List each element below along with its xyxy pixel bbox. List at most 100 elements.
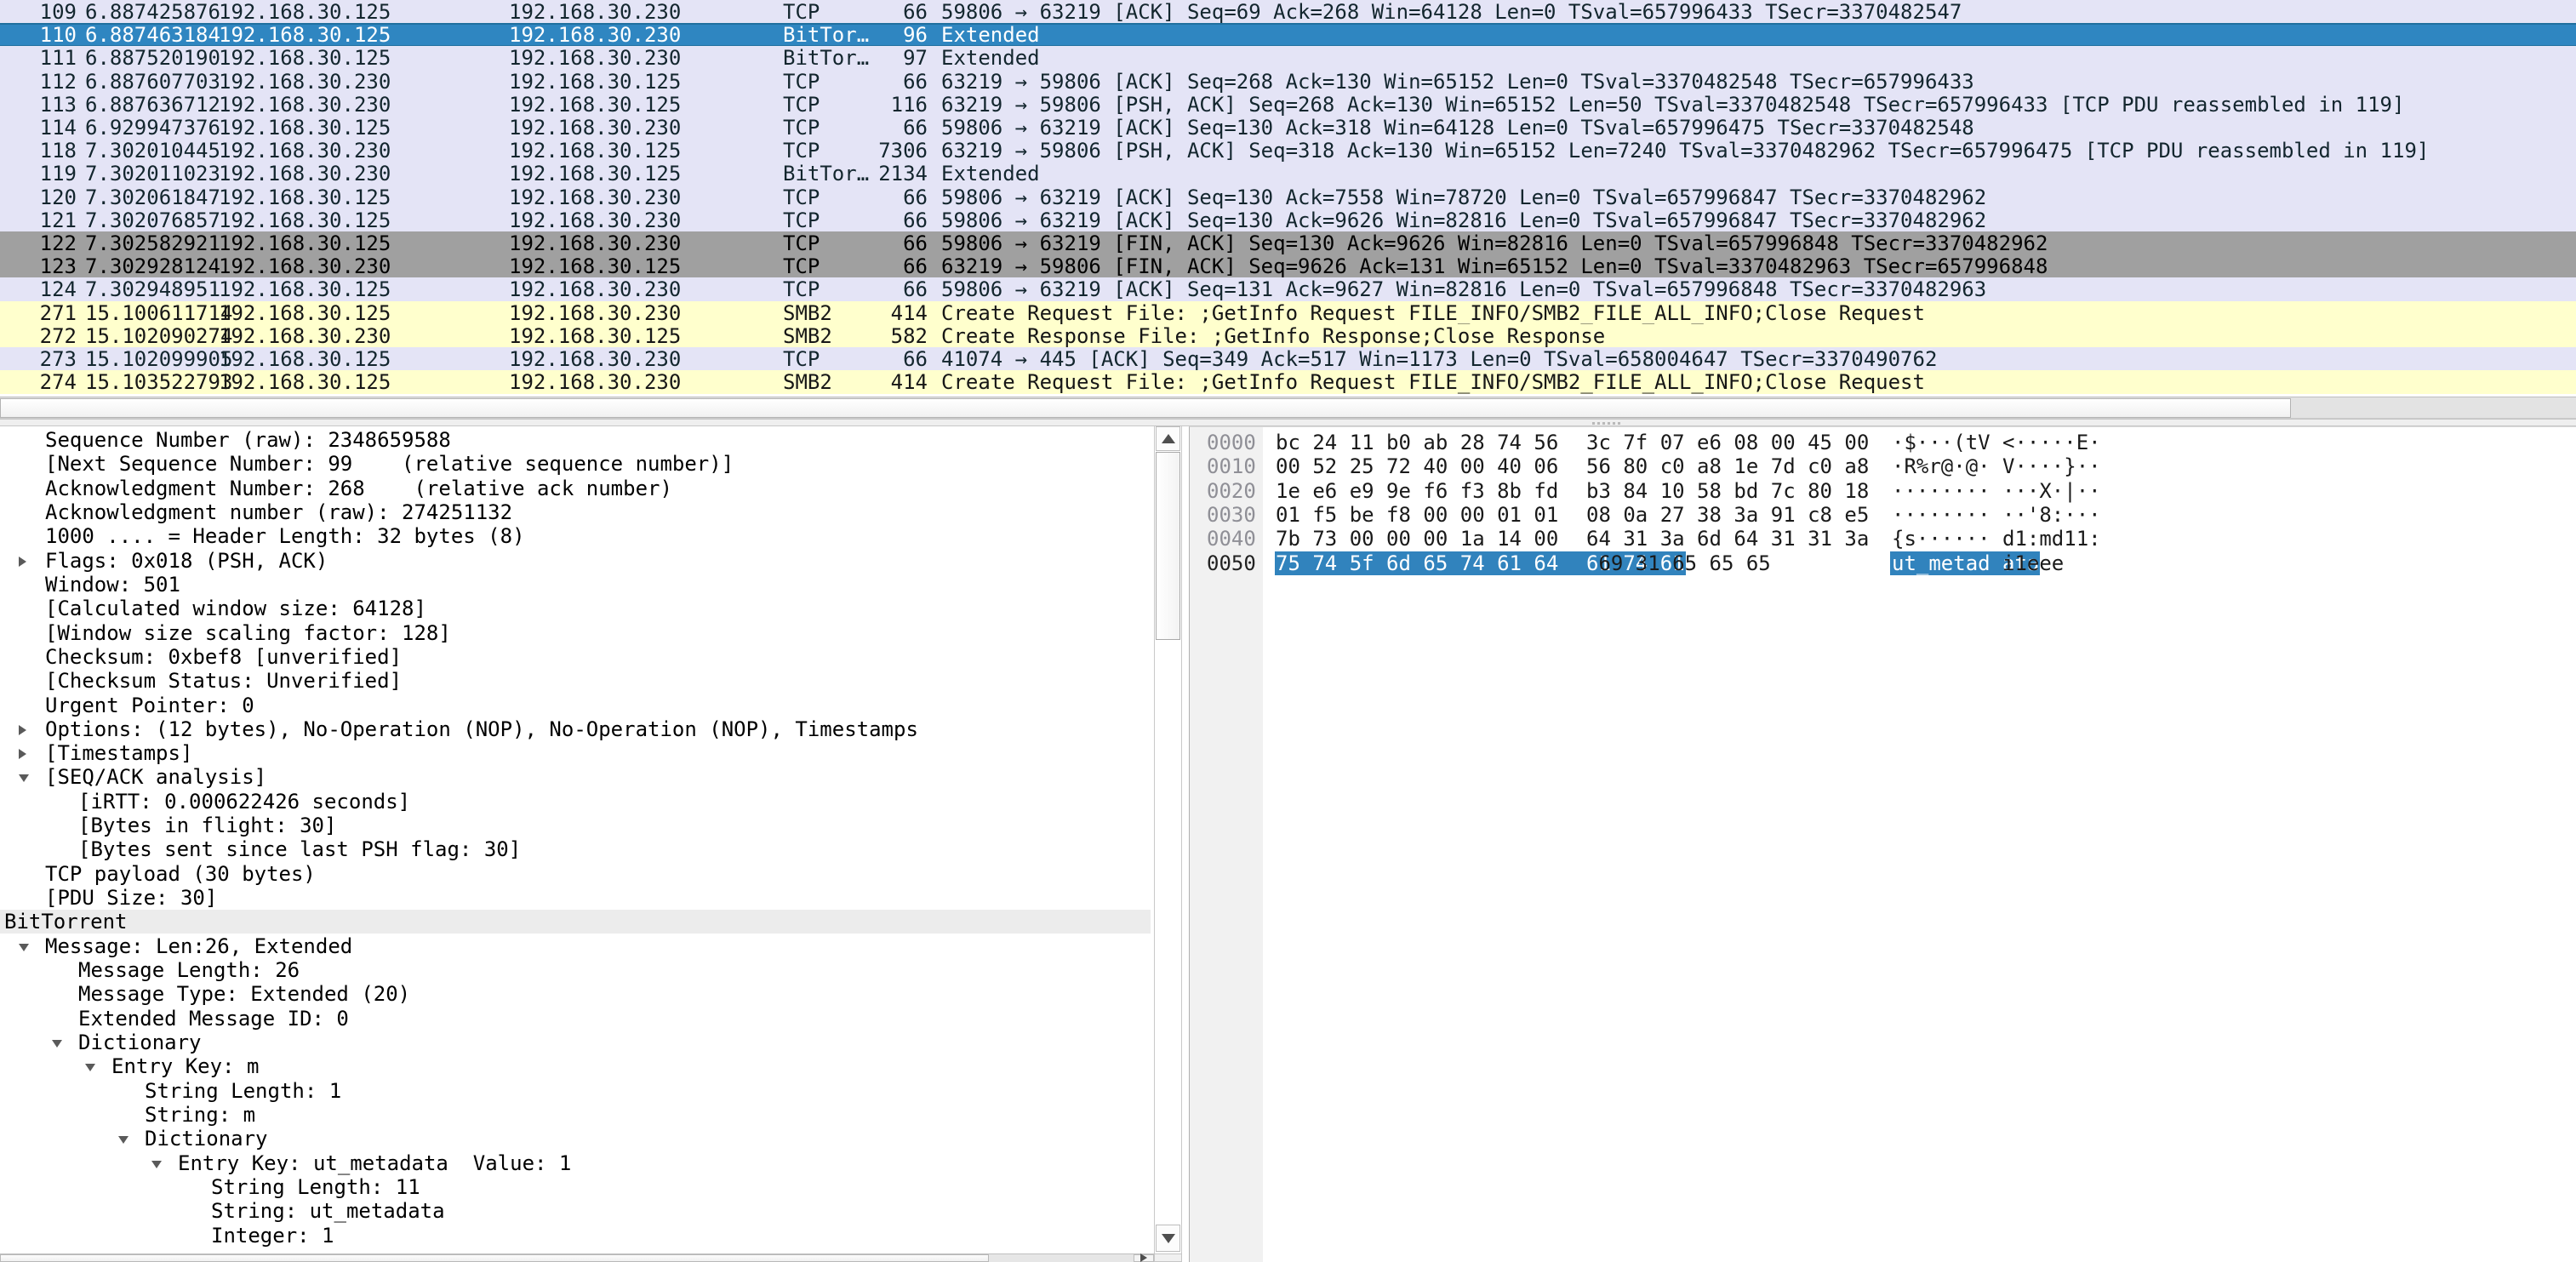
detail-tree-row[interactable]: Urgent Pointer: 0: [0, 694, 1151, 717]
detail-tree-row[interactable]: Options: (12 bytes), No-Operation (NOP),…: [0, 717, 1151, 741]
scroll-up-button[interactable]: [1156, 426, 1180, 451]
packet-list-hscrollbar-thumb[interactable]: [0, 398, 2291, 418]
packet-row[interactable]: 1126.887607703192.168.30.230192.168.30.1…: [0, 70, 2576, 94]
packet-row[interactable]: 1247.302948951192.168.30.125192.168.30.2…: [0, 277, 2576, 301]
detail-tree-row[interactable]: Acknowledgment Number: 268 (relative ack…: [0, 477, 1151, 500]
packet-row[interactable]: 1096.887425876192.168.30.125192.168.30.2…: [0, 0, 2576, 24]
packet-row[interactable]: 27415.103522793192.168.30.125192.168.30.…: [0, 370, 2576, 394]
detail-tree-row[interactable]: [Calculated window size: 64128]: [0, 597, 1151, 620]
detail-tree-row[interactable]: [Bytes sent since last PSH flag: 30]: [0, 837, 1151, 861]
packet-source: 192.168.30.125: [219, 231, 391, 255]
scroll-right-button[interactable]: [1134, 1254, 1154, 1262]
expander-collapsed-icon[interactable]: [19, 749, 26, 759]
hex-bytes-group1: 75 74 5f 6d 65 74 61 64: [1276, 551, 1558, 575]
packet-source: 192.168.30.125: [219, 46, 391, 70]
detail-field-text: Acknowledgment number (raw): 274251132: [45, 500, 512, 524]
hex-row[interactable]: 003001 f5 be f8 00 00 01 0108 0a 27 38 3…: [1190, 503, 2576, 527]
packet-no: 121: [0, 208, 77, 232]
detail-tree-row[interactable]: Entry Key: m: [0, 1054, 1151, 1078]
packet-time: 6.887520190: [85, 46, 220, 70]
expander-collapsed-icon[interactable]: [19, 557, 26, 567]
detail-tree-row[interactable]: Dictionary: [0, 1031, 1151, 1054]
detail-tree-row[interactable]: String Length: 11: [0, 1175, 1151, 1199]
packet-destination: 192.168.30.125: [509, 254, 681, 278]
detail-tree-row[interactable]: Message Type: Extended (20): [0, 982, 1151, 1006]
detail-tree-row[interactable]: Checksum: 0xbef8 [unverified]: [0, 645, 1151, 669]
packet-time: 7.302928124: [85, 254, 220, 278]
expander-collapsed-icon[interactable]: [19, 725, 26, 735]
detail-vscrollbar-thumb[interactable]: [1156, 452, 1180, 640]
detail-tree-row[interactable]: Integer: 1: [0, 1224, 1151, 1248]
expander-expanded-icon[interactable]: [85, 1064, 95, 1071]
detail-tree-row[interactable]: [SEQ/ACK analysis]: [0, 765, 1151, 789]
packet-destination: 192.168.30.230: [509, 301, 681, 325]
pane-splitter[interactable]: [0, 419, 2576, 426]
packet-row[interactable]: 1106.887463184192.168.30.125192.168.30.2…: [0, 23, 2576, 47]
expander-expanded-icon[interactable]: [19, 774, 29, 782]
detail-tree-row[interactable]: 1000 .... = Header Length: 32 bytes (8): [0, 524, 1151, 548]
hex-row[interactable]: 00407b 73 00 00 00 1a 14 0064 31 3a 6d 6…: [1190, 527, 2576, 551]
detail-tree-row[interactable]: Dictionary: [0, 1127, 1151, 1151]
hex-row[interactable]: 005075 74 5f 6d 65 74 61 6461 74 61 69 3…: [1190, 551, 2576, 575]
detail-field-text: Message Length: 26: [78, 958, 300, 982]
packet-list-hscrollbar[interactable]: [0, 397, 2576, 419]
packet-row[interactable]: 1136.887636712192.168.30.230192.168.30.1…: [0, 93, 2576, 117]
detail-tree-row[interactable]: String Length: 1: [0, 1079, 1151, 1103]
detail-tree-row[interactable]: TCP payload (30 bytes): [0, 862, 1151, 886]
packet-time: 6.887425876: [85, 0, 220, 24]
packet-row[interactable]: 1237.302928124192.168.30.230192.168.30.1…: [0, 254, 2576, 278]
detail-tree-row[interactable]: Message Length: 26: [0, 958, 1151, 982]
hex-row[interactable]: 00201e e6 e9 9e f6 f3 8b fdb3 84 10 58 b…: [1190, 479, 2576, 503]
detail-tree-row[interactable]: [iRTT: 0.000622426 seconds]: [0, 790, 1151, 814]
expander-expanded-icon[interactable]: [118, 1136, 129, 1144]
detail-tree-row[interactable]: [Checksum Status: Unverified]: [0, 669, 1151, 693]
detail-tree-row[interactable]: String: ut_metadata: [0, 1199, 1151, 1223]
detail-tree-row[interactable]: Entry Key: ut_metadata Value: 1: [0, 1151, 1151, 1175]
packet-destination: 192.168.30.230: [509, 116, 681, 140]
packet-source: 192.168.30.230: [219, 139, 391, 163]
packet-row[interactable]: 1146.929947376192.168.30.125192.168.30.2…: [0, 116, 2576, 140]
detail-tree-row[interactable]: [Next Sequence Number: 99 (relative sequ…: [0, 452, 1151, 476]
detail-hscrollbar-thumb[interactable]: [0, 1254, 989, 1262]
packet-row[interactable]: 27315.102099905192.168.30.125192.168.30.…: [0, 347, 2576, 371]
packet-time: 7.302948951: [85, 277, 220, 301]
packet-source: 192.168.30.230: [219, 93, 391, 117]
packet-source: 192.168.30.125: [219, 0, 391, 24]
detail-vscrollbar[interactable]: [1154, 426, 1182, 1253]
packet-row[interactable]: 27215.102090274192.168.30.230192.168.30.…: [0, 324, 2576, 348]
packet-no: 111: [0, 46, 77, 70]
detail-hscrollbar[interactable]: [0, 1253, 1154, 1262]
detail-tree-row[interactable]: [Window size scaling factor: 128]: [0, 621, 1151, 645]
packet-time: 6.887636712: [85, 93, 220, 117]
expander-expanded-icon[interactable]: [52, 1040, 62, 1048]
detail-tree-row[interactable]: [Timestamps]: [0, 741, 1151, 765]
packet-time: 7.302061847: [85, 186, 220, 209]
packet-row[interactable]: 1227.302582921192.168.30.125192.168.30.2…: [0, 231, 2576, 255]
detail-tree-row[interactable]: Flags: 0x018 (PSH, ACK): [0, 549, 1151, 573]
ascii-group1: ·R%r@·@·: [1892, 454, 1991, 478]
detail-tree-row[interactable]: String: m: [0, 1103, 1151, 1127]
packet-destination: 192.168.30.230: [509, 0, 681, 24]
hex-row[interactable]: 001000 52 25 72 40 00 40 0656 80 c0 a8 1…: [1190, 454, 2576, 478]
packet-row[interactable]: 27115.100611714192.168.30.125192.168.30.…: [0, 301, 2576, 325]
packet-row[interactable]: 1187.302010445192.168.30.230192.168.30.1…: [0, 139, 2576, 163]
expander-expanded-icon[interactable]: [19, 944, 29, 951]
detail-tree-row[interactable]: Message: Len:26, Extended: [0, 934, 1151, 958]
detail-tree-row[interactable]: Sequence Number (raw): 2348659588: [0, 428, 1151, 452]
splitter-handle-icon[interactable]: [1592, 422, 1620, 425]
detail-tree-row[interactable]: Window: 501: [0, 573, 1151, 597]
packet-protocol: TCP: [783, 347, 820, 371]
packet-row[interactable]: 1197.302011023192.168.30.230192.168.30.1…: [0, 162, 2576, 186]
hex-row[interactable]: 0000bc 24 11 b0 ab 28 74 563c 7f 07 e6 0…: [1190, 431, 2576, 454]
packet-row[interactable]: 1207.302061847192.168.30.125192.168.30.2…: [0, 186, 2576, 209]
packet-row[interactable]: 1116.887520190192.168.30.125192.168.30.2…: [0, 46, 2576, 70]
packet-no: 110: [0, 23, 77, 47]
detail-tree-row[interactable]: BitTorrent: [0, 910, 1151, 934]
scroll-down-button[interactable]: [1156, 1225, 1180, 1252]
packet-row[interactable]: 1217.302076857192.168.30.125192.168.30.2…: [0, 208, 2576, 232]
detail-tree-row[interactable]: Extended Message ID: 0: [0, 1007, 1151, 1031]
detail-tree-row[interactable]: [Bytes in flight: 30]: [0, 814, 1151, 837]
detail-tree-row[interactable]: Acknowledgment number (raw): 274251132: [0, 500, 1151, 524]
expander-expanded-icon[interactable]: [151, 1161, 162, 1168]
detail-tree-row[interactable]: [PDU Size: 30]: [0, 886, 1151, 910]
